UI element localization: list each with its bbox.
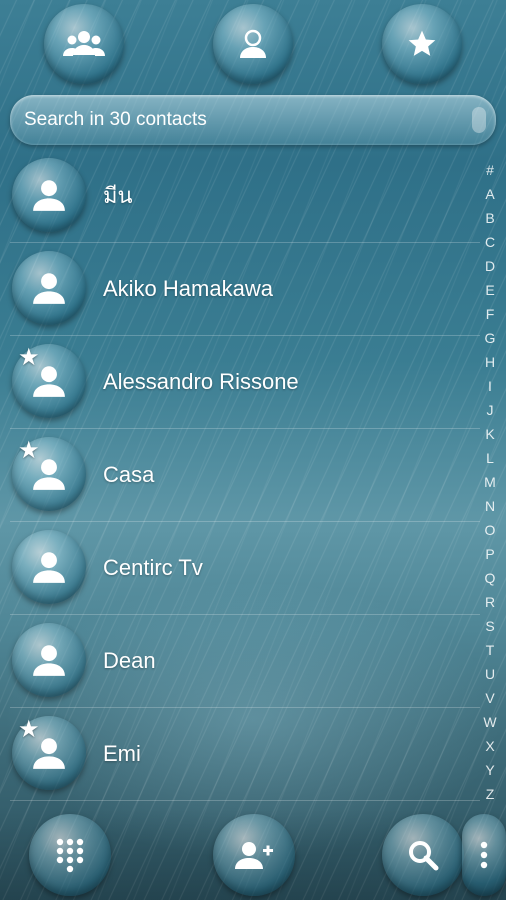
favorites-tab-button[interactable] [382,4,462,84]
alphabet-index-letter[interactable]: H [485,350,495,374]
search-icon [409,841,439,871]
alphabet-index-letter[interactable]: F [486,302,495,326]
person-icon [33,552,65,583]
person-icon [33,180,65,211]
alphabet-index-letter[interactable]: T [486,638,495,662]
favorite-star-icon: ★ [18,716,40,743]
alphabet-index-letter[interactable]: S [485,614,494,638]
favorite-star-icon: ★ [18,437,40,464]
alphabet-index-letter[interactable]: O [485,518,496,542]
search-bar[interactable] [10,95,496,145]
contact-row[interactable]: Dean [10,615,480,708]
groups-icon [63,31,105,56]
search-bar-glint [472,107,486,133]
contact-list[interactable]: มีน Akiko Hamakawa ★ Alessandro Rissone ★ Cas… [0,150,480,801]
alphabet-index-letter[interactable]: G [485,326,496,350]
contact-name: มีน [103,183,133,208]
contact-name: Casa [103,462,155,487]
contact-name: Alessandro Rissone [103,369,299,394]
alphabet-index-letter[interactable]: A [485,182,494,206]
contact-row[interactable]: Centirc Tv [10,522,480,615]
groups-tab-button[interactable] [44,4,124,84]
star-icon [408,30,436,56]
add-contact-icon [235,842,273,869]
search-input[interactable] [22,108,446,132]
alphabet-index-letter[interactable]: N [485,494,495,518]
contact-avatar[interactable] [12,251,86,325]
contact-avatar[interactable] [12,158,86,232]
alphabet-index-letter[interactable]: B [485,206,494,230]
contacts-tab-button[interactable] [213,4,293,84]
contact-icon [240,29,266,58]
more-icon [480,841,488,869]
alphabet-index-letter[interactable]: J [487,398,494,422]
contact-row[interactable]: Akiko Hamakawa [10,243,480,336]
favorite-star-icon: ★ [18,344,40,371]
alphabet-index-letter[interactable]: L [486,446,494,470]
contact-row[interactable]: มีน [10,150,480,243]
alphabet-index[interactable]: # A B C D E F G H I J K L M N O P Q R S T U V W X Y Z [482,158,498,806]
alphabet-index-letter[interactable]: W [483,710,496,734]
contact-name: Emi [103,741,141,766]
contact-name: Akiko Hamakawa [103,276,273,301]
alphabet-index-letter[interactable]: Y [485,758,494,782]
more-options-button[interactable] [462,814,506,896]
alphabet-index-letter[interactable]: # [486,158,494,182]
person-icon [33,273,65,304]
contact-name: Centirc Tv [103,555,203,580]
dialpad-button[interactable] [29,814,111,896]
alphabet-index-letter[interactable]: Q [485,566,496,590]
contact-avatar[interactable] [12,530,86,604]
dialpad-icon [56,838,84,873]
alphabet-index-letter[interactable]: M [484,470,496,494]
alphabet-index-letter[interactable]: V [485,686,494,710]
contact-row[interactable]: ★ Casa [10,429,480,522]
person-icon [33,645,65,676]
alphabet-index-letter[interactable]: I [488,374,492,398]
contact-name: Dean [103,648,156,673]
add-contact-button[interactable] [213,814,295,896]
alphabet-index-letter[interactable]: E [485,278,494,302]
alphabet-index-letter[interactable]: U [485,662,495,686]
search-button[interactable] [382,814,464,896]
contact-avatar[interactable] [12,623,86,697]
bottom-bar [0,808,506,900]
contact-row[interactable]: ★ Emi [10,708,480,801]
alphabet-index-letter[interactable]: K [485,422,494,446]
alphabet-index-letter[interactable]: D [485,254,495,278]
contact-row[interactable]: ★ Alessandro Rissone [10,336,480,429]
alphabet-index-letter[interactable]: P [485,542,494,566]
alphabet-index-letter[interactable]: C [485,230,495,254]
alphabet-index-letter[interactable]: R [485,590,495,614]
alphabet-index-letter[interactable]: Z [486,782,495,806]
alphabet-index-letter[interactable]: X [485,734,494,758]
